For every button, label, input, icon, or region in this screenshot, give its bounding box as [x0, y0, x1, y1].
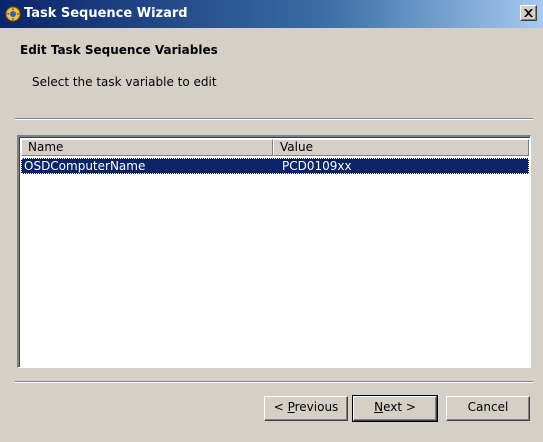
close-icon — [524, 9, 533, 17]
title-bar[interactable]: Task Sequence Wizard — [0, 0, 543, 28]
page-title: Edit Task Sequence Variables — [20, 43, 218, 57]
cancel-button[interactable]: Cancel — [446, 396, 530, 421]
row-name: OSDComputerName — [24, 159, 146, 173]
wizard-app-icon — [5, 6, 21, 22]
header-divider — [15, 118, 533, 120]
wizard-window: Task Sequence Wizard Edit Task Sequence … — [0, 0, 543, 442]
close-button[interactable] — [520, 5, 537, 21]
row-value: PCD0109xx — [282, 159, 352, 173]
list-header: Name Value — [21, 139, 529, 156]
next-button[interactable]: Next > — [352, 395, 438, 422]
footer-divider — [15, 381, 533, 383]
column-header-name[interactable]: Name — [21, 139, 273, 156]
column-header-value[interactable]: Value — [273, 139, 529, 156]
previous-button[interactable]: < Previous — [264, 396, 348, 421]
list-row[interactable]: OSDComputerName PCD0109xx — [21, 158, 529, 174]
page-subtitle: Select the task variable to edit — [32, 75, 217, 89]
variables-list[interactable]: Name Value OSDComputerName PCD0109xx — [17, 135, 531, 368]
window-title: Task Sequence Wizard — [24, 6, 188, 21]
